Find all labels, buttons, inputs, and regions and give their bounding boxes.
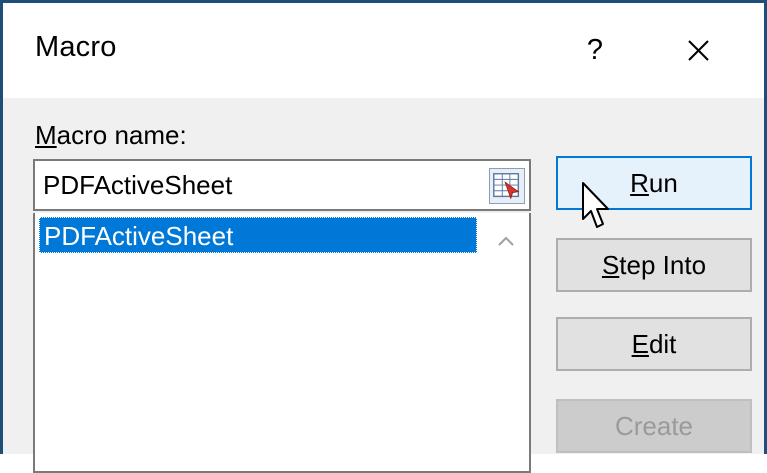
create-button[interactable]: Create	[556, 399, 752, 453]
edit-button-mnemonic: E	[631, 329, 649, 359]
run-button-text: un	[648, 168, 678, 198]
range-picker-icon	[493, 173, 520, 200]
help-button[interactable]: ?	[569, 27, 621, 73]
title-bar: Macro ?	[3, 3, 764, 98]
edit-button-text: dit	[648, 329, 677, 359]
step-into-button-mnemonic: S	[601, 250, 620, 280]
edit-button[interactable]: Edit	[556, 317, 752, 371]
step-into-button-text: tep Into	[619, 250, 707, 280]
macro-name-label-text: acro name:	[56, 120, 187, 150]
chevron-up-icon	[498, 236, 514, 246]
mouse-pointer-icon	[579, 181, 613, 233]
dialog-title: Macro	[35, 31, 117, 63]
run-button-mnemonic: R	[630, 168, 649, 198]
step-into-button[interactable]: Step Into	[556, 238, 752, 292]
macro-list[interactable]: PDFActiveSheet	[33, 213, 531, 473]
macro-name-label: Macro name:	[35, 120, 187, 151]
scroll-up-button[interactable]	[491, 227, 521, 255]
macro-dialog: Macro ? Macro name: PDFActiveSheet PDFAc…	[0, 0, 767, 473]
close-button[interactable]	[675, 29, 721, 73]
macro-name-label-mnemonic: M	[35, 120, 57, 150]
list-item[interactable]: PDFActiveSheet	[39, 217, 477, 253]
range-picker-button[interactable]	[489, 168, 525, 204]
macro-name-field[interactable]	[33, 159, 531, 211]
close-icon	[688, 40, 709, 61]
macro-name-input[interactable]	[35, 161, 475, 209]
